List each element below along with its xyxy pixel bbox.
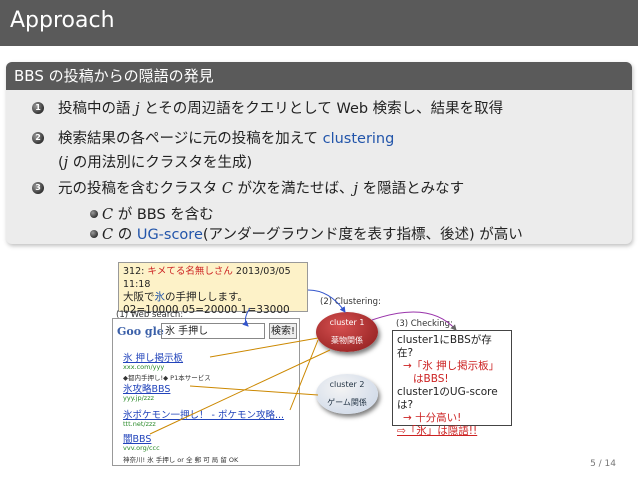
arrow-post-to-cluster bbox=[307, 289, 346, 313]
link-result-4 bbox=[149, 349, 331, 435]
link-result-3 bbox=[289, 339, 319, 411]
connector-arrows bbox=[149, 289, 457, 435]
arrow-cluster-to-check bbox=[371, 311, 457, 331]
arrow-post-to-search bbox=[242, 307, 251, 327]
page-number: 5 / 14 bbox=[590, 459, 616, 469]
link-result-1 bbox=[209, 337, 319, 358]
